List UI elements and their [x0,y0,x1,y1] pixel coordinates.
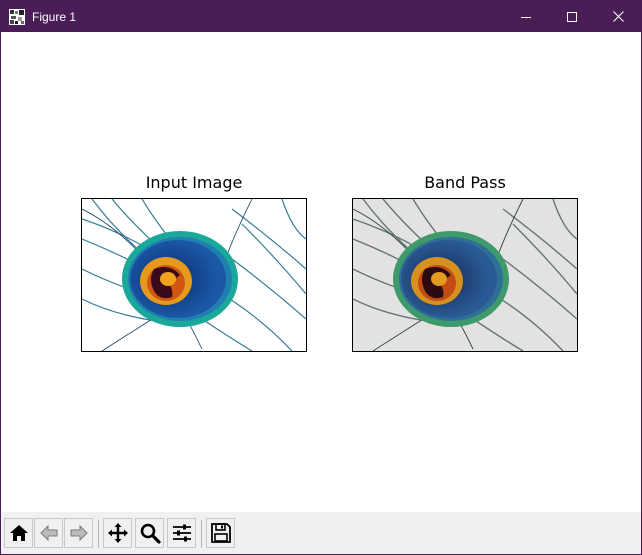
figure-app-icon [9,9,25,25]
close-icon [612,11,624,22]
magnifier-icon [140,523,161,544]
input-image-title: Input Image [145,173,243,192]
toolbar-separator [201,520,202,548]
pan-button[interactable] [103,518,132,548]
toolbar-separator [98,520,99,548]
minimize-icon [521,16,531,18]
navigation-toolbar [1,512,641,554]
floppy-disk-icon [210,523,231,543]
configure-subplots-button[interactable] [167,518,196,548]
back-button[interactable] [34,518,63,548]
title-bar[interactable]: Figure 1 [1,1,641,32]
maximize-icon [567,11,577,22]
peacock-feather-band-pass-filtered [353,199,577,351]
peacock-feather-original [82,199,306,351]
home-button[interactable] [4,518,33,548]
arrow-left-icon [39,524,57,542]
band-pass-title: Band Pass [424,173,506,192]
move-icon [107,523,128,543]
home-icon [9,525,28,541]
figure-canvas[interactable]: Input Image Band Pass [1,32,641,512]
forward-button[interactable] [64,518,93,548]
band-pass-axes[interactable] [352,198,578,352]
maximize-button[interactable] [549,1,595,32]
window-title: Figure 1 [32,10,77,24]
zoom-button[interactable] [135,518,164,548]
save-button[interactable] [206,518,235,548]
figure-window: Figure 1 Input Image Band Pass [0,0,642,555]
arrow-right-icon [70,524,88,542]
input-image-axes[interactable] [81,198,307,352]
sliders-icon [172,524,191,542]
close-button[interactable] [595,1,641,32]
minimize-button[interactable] [503,1,549,32]
